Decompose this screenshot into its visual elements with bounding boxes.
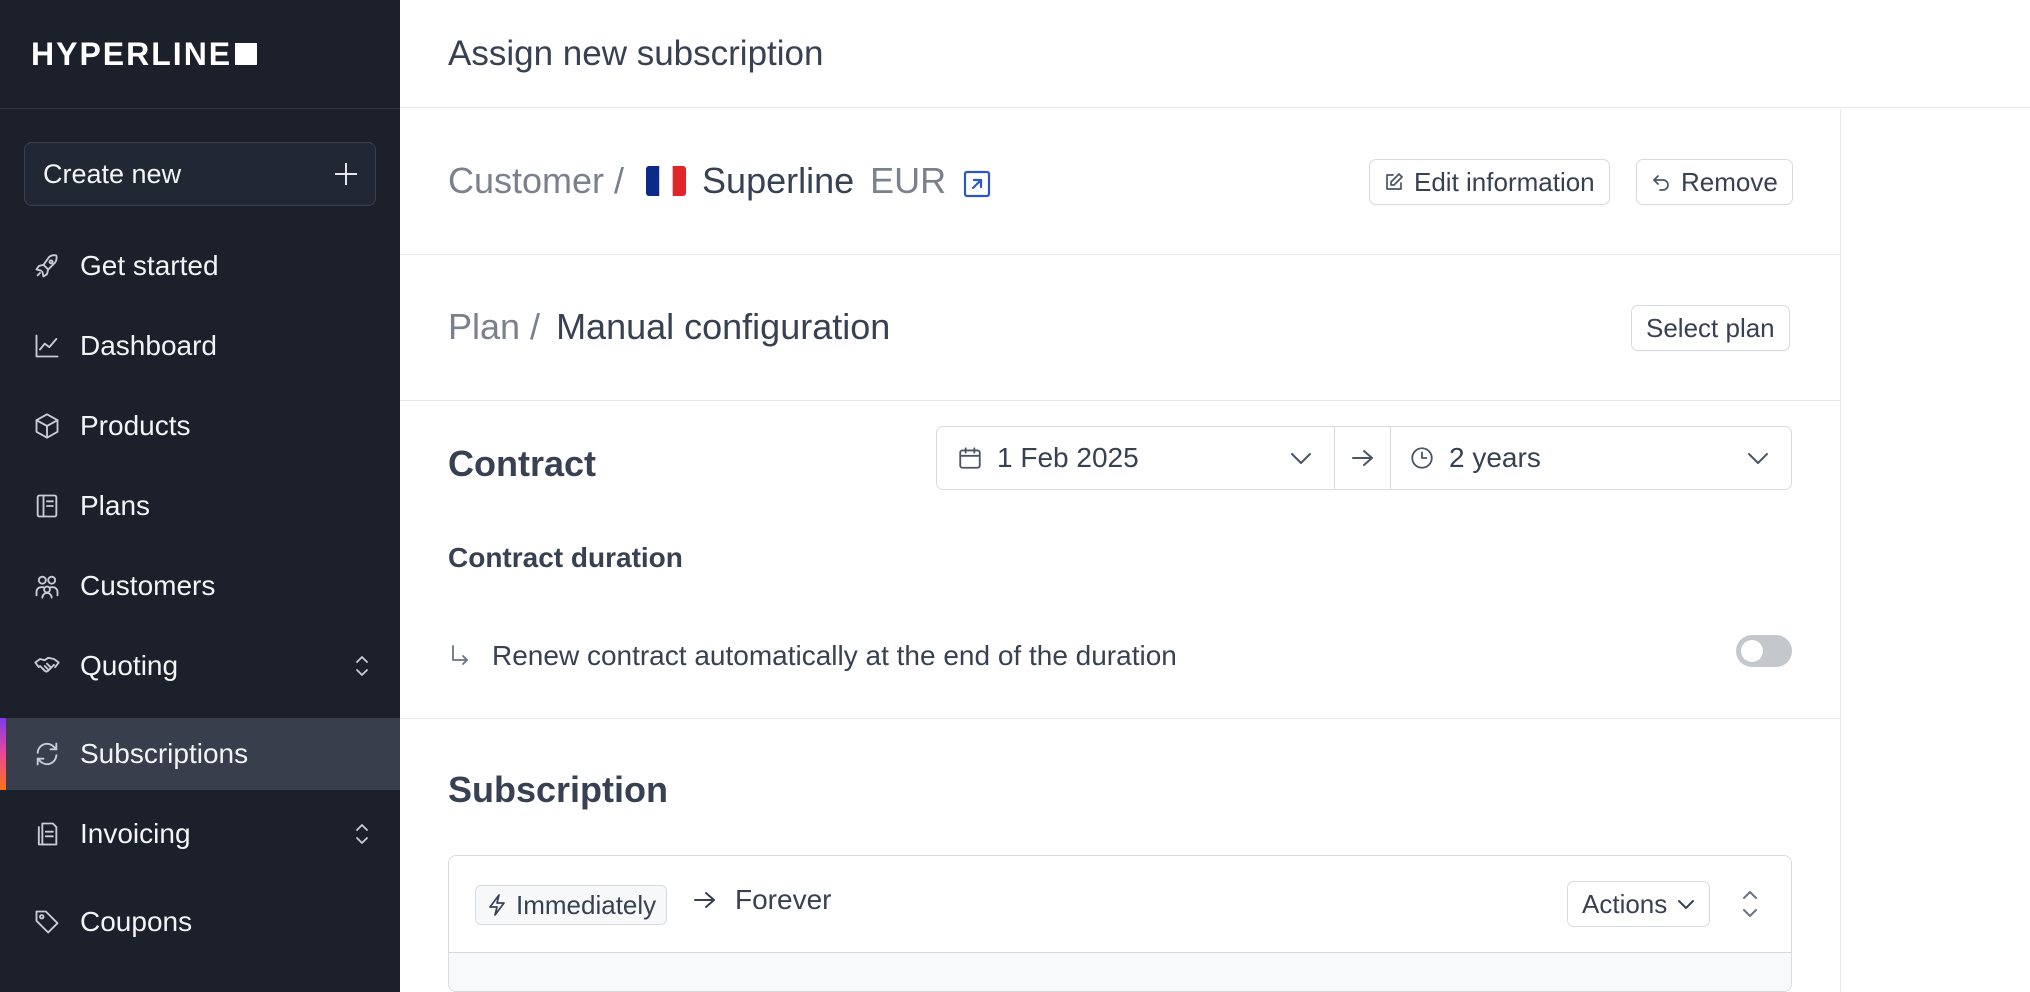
subscription-title: Subscription — [448, 769, 669, 810]
start-date-value: 1 Feb 2025 — [997, 442, 1139, 473]
rocket-icon — [33, 252, 61, 280]
renew-row: Renew contract automatically at the end … — [448, 640, 1177, 672]
renew-label: Renew contract automatically at the end … — [492, 640, 1177, 671]
sidebar-item-invoicing[interactable]: Invoicing — [0, 798, 400, 870]
plan-section: Plan / Manual configuration Select plan — [400, 255, 1841, 401]
create-new-button[interactable]: Create new — [24, 142, 376, 206]
sidebar-item-subscriptions[interactable]: Subscriptions — [0, 718, 400, 790]
users-icon — [33, 572, 61, 600]
france-flag-icon — [646, 166, 687, 196]
phase-end: Forever — [693, 884, 831, 916]
toggle-knob — [1741, 640, 1763, 662]
select-plan-button[interactable]: Select plan — [1631, 305, 1790, 351]
duration-arrow — [1335, 427, 1391, 489]
contract-title: Contract — [448, 443, 597, 484]
renew-toggle[interactable] — [1736, 635, 1792, 667]
remove-label: Remove — [1681, 166, 1778, 197]
external-link-icon[interactable] — [962, 166, 992, 198]
edit-icon — [1386, 173, 1403, 190]
contract-duration-control: 1 Feb 2025 2 years — [936, 426, 1792, 490]
sidebar-item-quoting[interactable]: Quoting — [0, 630, 400, 702]
sidebar: HYPERLINE Create new Get started Dashboa… — [0, 0, 400, 992]
sidebar-item-coupons[interactable]: Coupons — [0, 886, 400, 958]
sidebar-item-customers[interactable]: Customers — [0, 550, 400, 622]
sidebar-item-label: Products — [80, 410, 191, 441]
book-icon — [33, 492, 61, 520]
sidebar-item-plans[interactable]: Plans — [0, 470, 400, 542]
logo-square-icon — [235, 43, 258, 65]
sidebar-item-label: Customers — [80, 570, 216, 601]
right-panel — [1842, 109, 2030, 992]
contract-duration-label: Contract duration — [448, 542, 683, 573]
chevron-updown-icon — [352, 652, 372, 680]
handshake-icon — [33, 652, 61, 680]
refresh-icon — [33, 740, 61, 768]
edit-information-button[interactable]: Edit information — [1369, 159, 1610, 205]
plan-name: Manual configuration — [556, 306, 891, 347]
customer-name: Superline — [702, 160, 855, 201]
lightning-icon — [489, 894, 505, 916]
clock-icon — [1411, 447, 1433, 469]
sidebar-item-label: Dashboard — [80, 330, 217, 361]
sidebar-item-label: Plans — [80, 490, 151, 521]
chevron-down-icon — [1291, 453, 1311, 464]
chevron-down-icon — [1748, 453, 1768, 464]
remove-button[interactable]: Remove — [1636, 159, 1793, 205]
box-icon — [33, 412, 61, 440]
sidebar-item-dashboard[interactable]: Dashboard — [0, 310, 400, 382]
plan-breadcrumb: Plan / Manual configuration — [448, 306, 890, 348]
actions-button[interactable]: Actions — [1567, 881, 1711, 927]
arrow-right-icon — [1351, 450, 1373, 466]
chevron-updown-icon — [352, 820, 372, 848]
customer-breadcrumb: Customer / Superline EUR — [448, 160, 992, 202]
sidebar-divider — [0, 108, 400, 109]
actions-label: Actions — [1582, 888, 1668, 919]
select-plan-label: Select plan — [1646, 312, 1775, 343]
phase-header: Immediately Forever Actions — [449, 856, 1791, 953]
document-icon — [33, 820, 61, 848]
sidebar-item-get-started[interactable]: Get started — [0, 230, 400, 302]
sidebar-item-label: Get started — [80, 250, 219, 281]
customer-prefix: Customer / — [448, 160, 625, 201]
chart-line-icon — [33, 332, 61, 360]
sidebar-item-products[interactable]: Products — [0, 390, 400, 462]
duration-value: 2 years — [1449, 442, 1541, 473]
expand-collapse-icon[interactable] — [1740, 887, 1760, 921]
plus-icon — [335, 163, 357, 185]
page-header: Assign new subscription — [400, 0, 2030, 108]
customer-currency: EUR — [870, 160, 947, 201]
subscription-phase-card: Immediately Forever Actions — [448, 855, 1792, 992]
chevron-down-icon — [1678, 900, 1695, 909]
edit-information-label: Edit information — [1414, 166, 1595, 197]
phase-body — [449, 953, 1791, 991]
hyperline-logo[interactable]: HYPERLINE — [31, 35, 258, 72]
corner-down-right-icon — [452, 645, 468, 665]
page-title: Assign new subscription — [448, 34, 824, 73]
logo-text: HYPERLINE — [31, 35, 233, 72]
start-date-select[interactable]: 1 Feb 2025 — [937, 427, 1335, 489]
phase-start-label: Immediately — [516, 889, 657, 920]
customer-section: Customer / Superline EUR Edit informatio… — [400, 109, 1841, 255]
sidebar-item-label: Coupons — [80, 906, 193, 937]
phase-start-badge[interactable]: Immediately — [475, 885, 668, 925]
duration-select[interactable]: 2 years — [1391, 427, 1791, 489]
sidebar-item-label: Subscriptions — [80, 738, 249, 769]
undo-icon — [1653, 175, 1669, 191]
arrow-right-icon — [694, 892, 715, 908]
phase-end-label: Forever — [735, 884, 832, 915]
create-new-label: Create new — [43, 158, 182, 189]
calendar-icon — [959, 447, 981, 469]
plan-prefix: Plan / — [448, 306, 541, 347]
tag-icon — [33, 908, 61, 936]
sidebar-item-label: Invoicing — [80, 818, 191, 849]
sidebar-item-label: Quoting — [80, 650, 179, 681]
